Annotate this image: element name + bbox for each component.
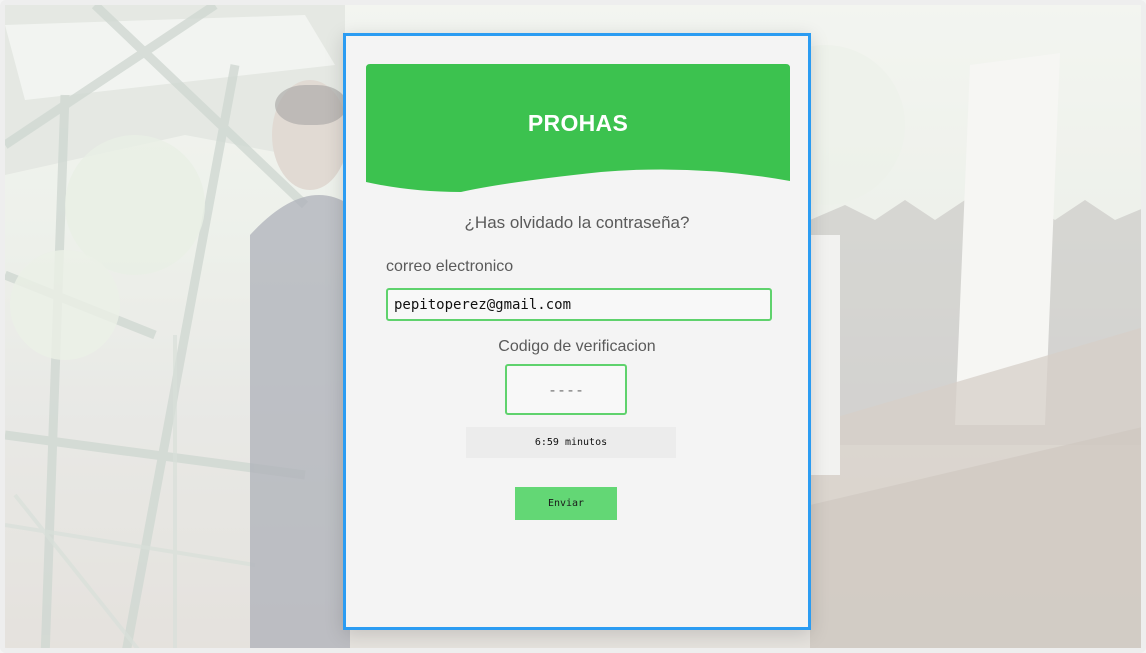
send-button[interactable]: Enviar bbox=[515, 487, 617, 520]
email-input[interactable] bbox=[386, 288, 772, 321]
countdown-timer: 6:59 minutos bbox=[466, 427, 676, 458]
dialog-heading: ¿Has olvidado la contraseña? bbox=[464, 213, 690, 232]
screen-frame: PROHAS ¿Has olvidado la contraseña? corr… bbox=[0, 0, 1146, 653]
forgot-password-dialog: PROHAS ¿Has olvidado la contraseña? corr… bbox=[343, 33, 811, 630]
brand-title: PROHAS bbox=[527, 110, 629, 136]
verification-code-label: Codigo de verificacion bbox=[498, 338, 656, 355]
email-label: correo electronico bbox=[386, 258, 514, 275]
verification-code-input[interactable] bbox=[505, 364, 627, 415]
brand-banner: PROHAS bbox=[366, 64, 790, 194]
